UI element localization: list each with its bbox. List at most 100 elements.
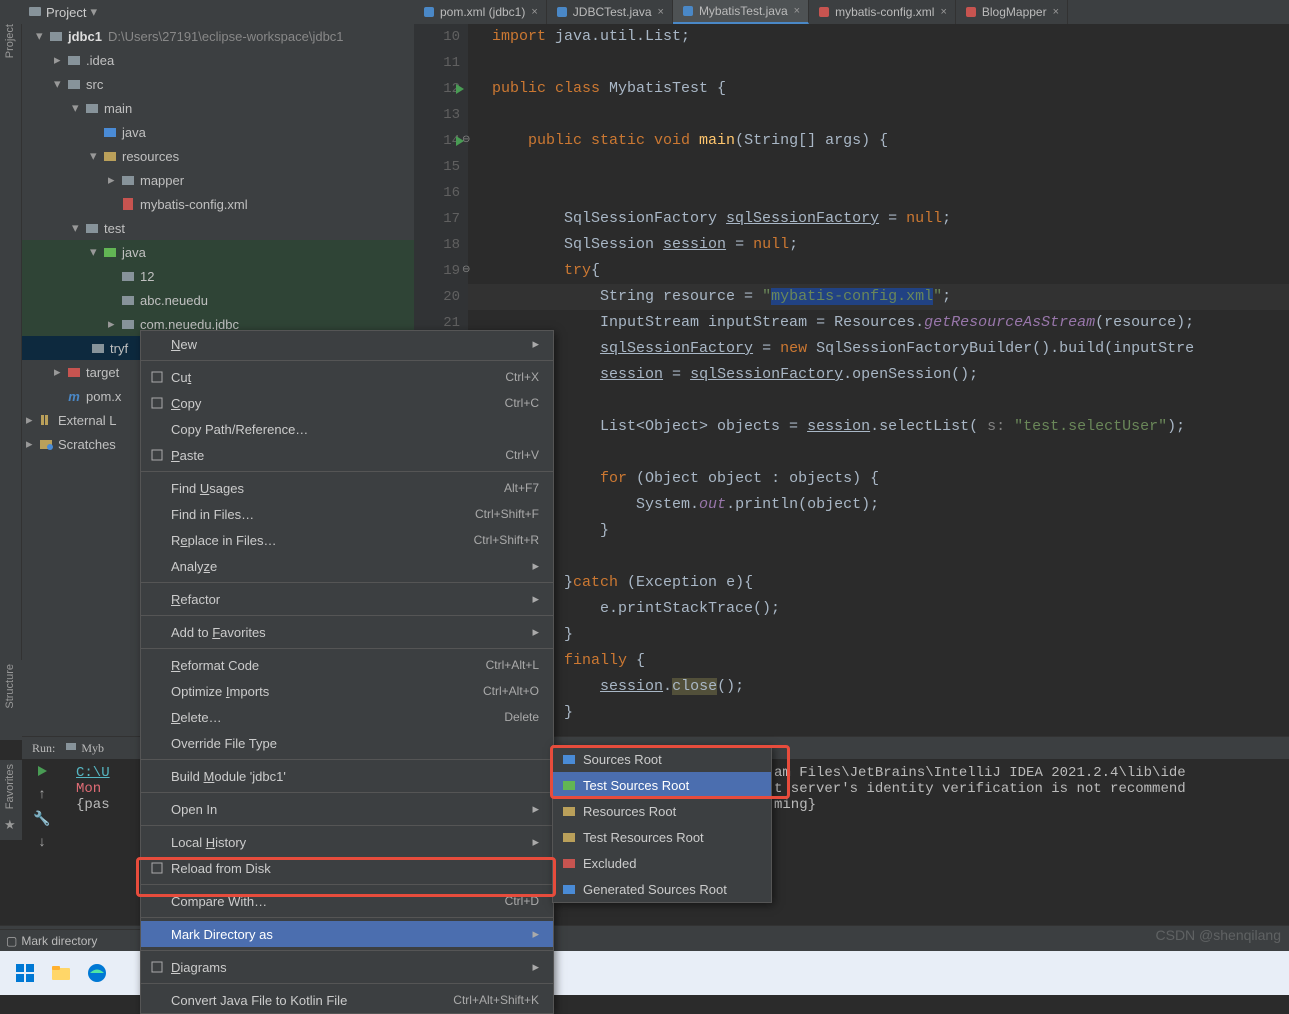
start-button[interactable]: [12, 960, 38, 986]
code-line[interactable]: [468, 388, 1289, 414]
close-icon[interactable]: ×: [658, 6, 664, 18]
tree-src[interactable]: ▾src: [22, 72, 414, 96]
line-number[interactable]: 20: [414, 284, 468, 310]
menu-item[interactable]: Add to Favorites▸: [141, 619, 553, 645]
tab-favorites[interactable]: Favorites: [0, 760, 20, 813]
editor-tab[interactable]: MybatisTest.java×: [673, 0, 809, 24]
menu-item[interactable]: Build Module 'jdbc1': [141, 763, 553, 789]
code-line[interactable]: [468, 154, 1289, 180]
code-line[interactable]: }: [468, 518, 1289, 544]
code-line[interactable]: List<Object> objects = session.selectLis…: [468, 414, 1289, 440]
menu-item[interactable]: Diagrams▸: [141, 954, 553, 980]
code-line[interactable]: SqlSession session = null;: [468, 232, 1289, 258]
menu-item[interactable]: Find UsagesAlt+F7: [141, 475, 553, 501]
code-line[interactable]: public class MybatisTest {: [468, 76, 1289, 102]
editor-tab[interactable]: JDBCTest.java×: [547, 0, 673, 24]
submenu-item[interactable]: Excluded: [553, 850, 771, 876]
menu-item[interactable]: Delete…Delete: [141, 704, 553, 730]
project-label[interactable]: Project: [46, 5, 86, 20]
code-line[interactable]: e.printStackTrace();: [468, 596, 1289, 622]
code-line[interactable]: ⊖ try{: [468, 258, 1289, 284]
code-line[interactable]: import java.util.List;: [468, 24, 1289, 50]
menu-item[interactable]: Refactor▸: [141, 586, 553, 612]
wrench-button[interactable]: 🔧: [22, 807, 62, 831]
line-number[interactable]: 11: [414, 50, 468, 76]
line-number[interactable]: 14: [414, 128, 468, 154]
line-number[interactable]: 13: [414, 102, 468, 128]
menu-item[interactable]: Mark Directory as▸: [141, 921, 553, 947]
tree-pkg12[interactable]: 12: [22, 264, 414, 288]
tab-project[interactable]: Project: [4, 24, 16, 62]
chevron-down-icon[interactable]: ▾: [90, 4, 97, 20]
code-line[interactable]: [468, 50, 1289, 76]
code-line[interactable]: [468, 180, 1289, 206]
code-line[interactable]: [468, 102, 1289, 128]
code-line[interactable]: SqlSessionFactory sqlSessionFactory = nu…: [468, 206, 1289, 232]
code-line[interactable]: ⊖ public static void main(String[] args)…: [468, 128, 1289, 154]
close-icon[interactable]: ×: [940, 6, 946, 18]
editor-tab[interactable]: pom.xml (jdbc1)×: [414, 0, 547, 24]
tree-mapper[interactable]: ▸mapper: [22, 168, 414, 192]
tree-resources[interactable]: ▾resources: [22, 144, 414, 168]
code-line[interactable]: sqlSessionFactory = new SqlSessionFactor…: [468, 336, 1289, 362]
up-button[interactable]: ↑: [22, 783, 62, 807]
submenu-item[interactable]: Test Sources Root: [553, 772, 771, 798]
editor-code[interactable]: import java.util.List; public class Mybat…: [468, 24, 1289, 726]
menu-item[interactable]: Find in Files…Ctrl+Shift+F: [141, 501, 553, 527]
submenu-item[interactable]: Sources Root: [553, 746, 771, 772]
menu-item[interactable]: PasteCtrl+V: [141, 442, 553, 468]
tree-root[interactable]: ▾ jdbc1 D:\Users\27191\eclipse-workspace…: [22, 24, 414, 48]
line-number[interactable]: 19: [414, 258, 468, 284]
tree-pkg-abc[interactable]: abc.neuedu: [22, 288, 414, 312]
menu-item[interactable]: Replace in Files…Ctrl+Shift+R: [141, 527, 553, 553]
line-number[interactable]: 15: [414, 154, 468, 180]
line-number[interactable]: 12: [414, 76, 468, 102]
menu-item[interactable]: CutCtrl+X: [141, 364, 553, 390]
submenu-item[interactable]: Test Resources Root: [553, 824, 771, 850]
code-line[interactable]: for (Object object : objects) {: [468, 466, 1289, 492]
code-line[interactable]: [468, 544, 1289, 570]
rerun-button[interactable]: [22, 759, 62, 783]
editor-tab[interactable]: BlogMapper×: [956, 0, 1068, 24]
run-config-name[interactable]: Myb: [81, 741, 104, 756]
line-number[interactable]: 17: [414, 206, 468, 232]
menu-item[interactable]: Open In▸: [141, 796, 553, 822]
tree-mybatis-config[interactable]: mybatis-config.xml: [22, 192, 414, 216]
close-icon[interactable]: ×: [531, 6, 537, 18]
tree-test-java[interactable]: ▾java: [22, 240, 414, 264]
menu-item[interactable]: Compare With…Ctrl+D: [141, 888, 553, 914]
line-number[interactable]: 10: [414, 24, 468, 50]
menu-item[interactable]: Override File Type: [141, 730, 553, 756]
explorer-icon[interactable]: [48, 960, 74, 986]
line-number[interactable]: 18: [414, 232, 468, 258]
tree-test[interactable]: ▾test: [22, 216, 414, 240]
menu-item[interactable]: CopyCtrl+C: [141, 390, 553, 416]
tree-idea[interactable]: ▸.idea: [22, 48, 414, 72]
editor-tab[interactable]: mybatis-config.xml×: [809, 0, 956, 24]
submenu-item[interactable]: Generated Sources Root: [553, 876, 771, 902]
menu-item[interactable]: Optimize ImportsCtrl+Alt+O: [141, 678, 553, 704]
menu-item[interactable]: Convert Java File to Kotlin FileCtrl+Alt…: [141, 987, 553, 1013]
close-icon[interactable]: ×: [794, 5, 800, 17]
code-line[interactable]: }catch (Exception e){: [468, 570, 1289, 596]
code-line[interactable]: InputStream inputStream = Resources.getR…: [468, 310, 1289, 336]
close-icon[interactable]: ×: [1053, 6, 1059, 18]
menu-item[interactable]: New▸: [141, 331, 553, 357]
context-menu[interactable]: New▸ CutCtrl+XCopyCtrl+CCopy Path/Referen…: [140, 330, 554, 1014]
mark-directory-submenu[interactable]: Sources RootTest Sources RootResources R…: [552, 745, 772, 903]
edge-icon[interactable]: [84, 960, 110, 986]
code-line[interactable]: session = sqlSessionFactory.openSession(…: [468, 362, 1289, 388]
code-line[interactable]: session.close();: [468, 674, 1289, 700]
tree-main[interactable]: ▾main: [22, 96, 414, 120]
code-line[interactable]: }: [468, 622, 1289, 648]
menu-item[interactable]: Copy Path/Reference…: [141, 416, 553, 442]
submenu-item[interactable]: Resources Root: [553, 798, 771, 824]
down-button[interactable]: ↓: [22, 831, 62, 855]
code-line[interactable]: }: [468, 700, 1289, 726]
tab-structure[interactable]: Structure: [0, 660, 20, 713]
menu-item[interactable]: Local History▸: [141, 829, 553, 855]
code-line[interactable]: String resource = "mybatis-config.xml";: [468, 284, 1289, 310]
code-line[interactable]: System.out.println(object);: [468, 492, 1289, 518]
code-line[interactable]: finally {: [468, 648, 1289, 674]
tree-main-java[interactable]: java: [22, 120, 414, 144]
